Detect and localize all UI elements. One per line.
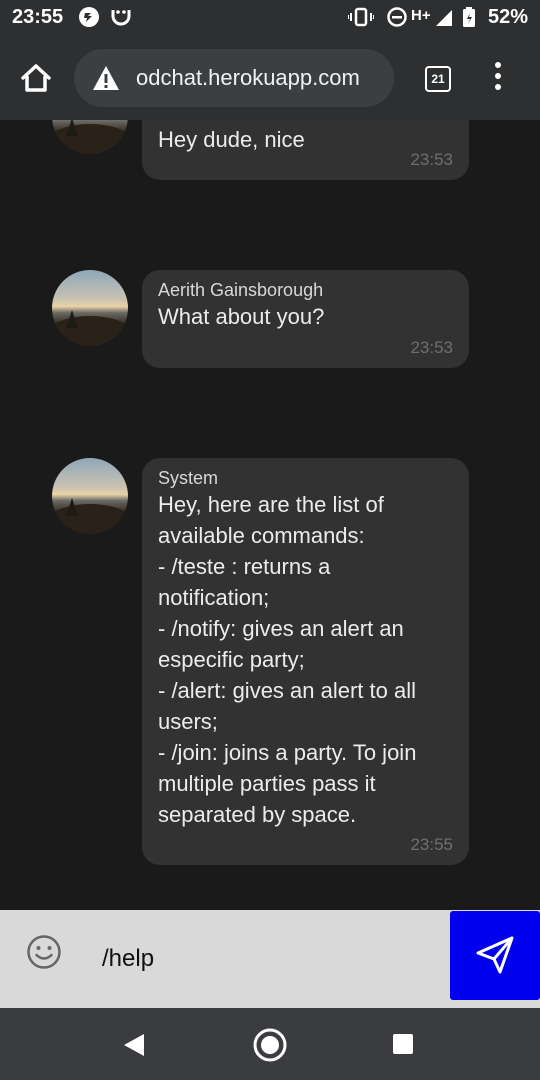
message-input[interactable]	[100, 938, 434, 980]
message-line: users;	[158, 709, 218, 734]
avatar	[52, 270, 128, 346]
battery-percent: 52%	[487, 6, 528, 28]
status-bar: 23:55 H+ 52%	[0, 0, 540, 38]
avatar	[52, 120, 128, 154]
emoji-icon[interactable]	[26, 934, 62, 970]
message-sender: Aerith Gainsborough	[158, 280, 324, 300]
not-secure-warning-icon[interactable]	[92, 65, 120, 91]
message-bubble: System Hey, here are the list of availab…	[142, 458, 469, 865]
chat-messages[interactable]: Hey dude, nice 23:53 Aerith Gainsborough…	[0, 120, 540, 910]
message-line: especific party;	[158, 647, 305, 672]
message-time: 23:53	[410, 338, 453, 357]
message-sender: System	[158, 468, 219, 488]
message-line: - /alert: gives an alert to all	[158, 678, 417, 703]
address-bar[interactable]: odchat.herokuapp.com	[74, 49, 394, 107]
message-time: 23:55	[410, 835, 453, 854]
signal-icon	[434, 6, 454, 35]
more-menu-icon[interactable]	[492, 62, 504, 96]
send-icon	[476, 936, 514, 974]
firefox-icon	[78, 6, 100, 35]
back-icon[interactable]	[122, 1032, 146, 1063]
message-line: - /join: joins a party. To join	[158, 740, 417, 765]
message-time: 23:53	[410, 150, 453, 169]
message-text: Hey dude, nice	[158, 127, 305, 152]
message-text: What about you?	[158, 304, 325, 329]
message-line: - /notify: gives an alert an	[158, 616, 404, 641]
message-line: separated by space.	[158, 802, 357, 827]
dnd-icon	[386, 6, 408, 35]
browser-toolbar: odchat.herokuapp.com 21	[0, 38, 540, 120]
battery-icon	[462, 6, 476, 35]
network-type: H+	[411, 7, 431, 24]
home-circle-icon[interactable]	[252, 1027, 288, 1068]
message-line: multiple parties pass it	[158, 771, 376, 796]
message-line: notification;	[158, 585, 270, 610]
vibrate-icon	[347, 6, 375, 35]
smile-notification-icon	[110, 6, 132, 35]
message-bubble: Hey dude, nice 23:53	[142, 120, 469, 180]
url-text: odchat.herokuapp.com	[136, 65, 360, 90]
avatar	[52, 458, 128, 534]
tab-switcher-button[interactable]: 21	[425, 66, 451, 92]
system-nav-bar	[0, 1008, 540, 1080]
message-line: - /teste : returns a	[158, 554, 331, 579]
message-line: Hey, here are the list of	[158, 492, 384, 517]
status-time: 23:55	[12, 6, 64, 28]
recents-icon[interactable]	[392, 1033, 414, 1060]
send-button[interactable]	[450, 911, 540, 1000]
home-icon[interactable]	[18, 60, 54, 96]
message-composer	[0, 910, 540, 1008]
message-bubble: Aerith Gainsborough What about you? 23:5…	[142, 270, 469, 368]
message-line: available commands:	[158, 523, 365, 548]
